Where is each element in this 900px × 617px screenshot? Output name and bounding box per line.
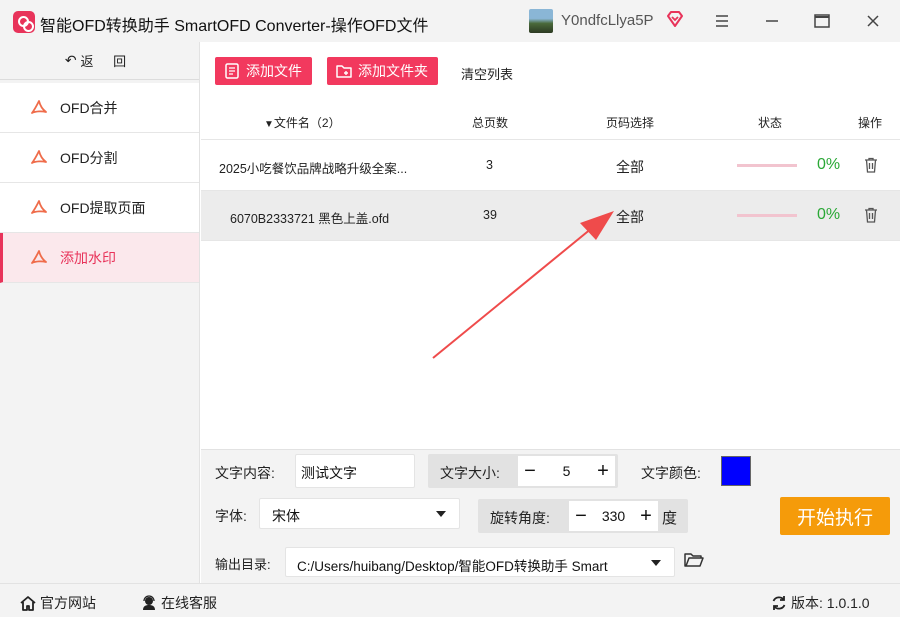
sidebar-item-ofd-extract[interactable]: OFD提取页面 — [0, 183, 199, 233]
pdf-icon — [31, 99, 47, 114]
chevron-down-icon — [651, 560, 661, 566]
sidebar-item-label: 添加水印 — [60, 249, 116, 266]
back-button[interactable]: ↶ 返 回 — [0, 42, 199, 80]
close-icon[interactable] — [860, 8, 886, 34]
sidebar-item-label: OFD合并 — [60, 99, 118, 116]
sidebar-item-label: OFD分割 — [60, 149, 118, 166]
official-website-link[interactable]: 官方网站 — [20, 593, 96, 613]
pdf-icon — [31, 199, 47, 214]
decrement-button[interactable]: − — [518, 461, 542, 481]
progress-percent: 0% — [817, 156, 841, 173]
table-header: ▼文件名（2） 总页数 页码选择 状态 操作 — [201, 102, 900, 140]
title-bar: 智能OFD转换助手 SmartOFD Converter-操作OFD文件 Y0n… — [0, 0, 900, 42]
column-header-action: 操作 — [858, 116, 883, 130]
progress-percent: 0% — [817, 206, 841, 223]
progress-bar — [737, 214, 797, 217]
table-row[interactable]: 2025小吃餐饮品牌战略升级全案... 3 全部 0% — [201, 141, 900, 191]
back-label: 返 回 — [80, 54, 135, 69]
progress-bar — [737, 164, 797, 167]
pdf-icon — [31, 149, 47, 164]
decrement-button[interactable]: − — [569, 506, 593, 526]
font-select[interactable]: 宋体 — [259, 498, 460, 529]
trash-icon[interactable] — [864, 207, 878, 223]
maximize-icon[interactable] — [809, 8, 835, 34]
version-info[interactable]: 版本: 1.0.1.0 — [771, 593, 870, 613]
vip-diamond-icon[interactable] — [666, 10, 684, 28]
support-label: 在线客服 — [161, 595, 217, 611]
chevron-down-icon — [436, 511, 446, 517]
font-size-group: 文字大小: − 5 + — [428, 454, 618, 488]
back-arrow-icon: ↶ — [64, 52, 77, 68]
avatar[interactable] — [529, 9, 553, 33]
output-dir-label: 输出目录: — [215, 557, 271, 572]
website-label: 官方网站 — [40, 595, 96, 611]
column-header-range: 页码选择 — [606, 116, 655, 130]
pdf-icon — [31, 249, 47, 264]
app-logo-icon — [13, 11, 35, 33]
page-range-select[interactable]: 全部 — [616, 157, 644, 177]
text-content-label: 文字内容: — [215, 465, 275, 481]
open-folder-icon[interactable] — [684, 552, 704, 568]
page-range-select[interactable]: 全部 — [616, 207, 644, 227]
trash-icon[interactable] — [864, 157, 878, 173]
font-size-label: 文字大小: — [440, 465, 500, 481]
rotation-value: 330 — [601, 508, 626, 524]
window-title: 智能OFD转换助手 SmartOFD Converter-操作OFD文件 — [40, 18, 429, 35]
font-color-label: 文字颜色: — [641, 465, 701, 481]
rotation-label: 旋转角度: — [490, 510, 550, 526]
add-folder-label: 添加文件夹 — [358, 63, 428, 79]
column-header-name[interactable]: ▼文件名（2） — [264, 114, 341, 131]
version-label: 版本: 1.0.1.0 — [791, 595, 870, 611]
minimize-icon[interactable] — [759, 8, 785, 34]
sidebar-item-ofd-split[interactable]: OFD分割 — [0, 133, 199, 183]
home-icon — [20, 595, 36, 611]
text-content-input[interactable]: 测试文字 — [295, 454, 415, 488]
sidebar-item-add-watermark[interactable]: 添加水印 — [0, 233, 199, 283]
page-count: 39 — [483, 208, 497, 222]
menu-icon[interactable] — [709, 8, 735, 34]
refresh-icon — [772, 596, 786, 610]
username[interactable]: Y0ndfcLlya5P — [561, 12, 654, 29]
add-file-icon — [225, 63, 239, 79]
font-size-value: 5 — [562, 463, 571, 479]
output-dir-value: C:/Users/huibang/Desktop/智能OFD转换助手 Smart — [297, 559, 608, 574]
font-value: 宋体 — [272, 508, 300, 524]
support-agent-icon — [143, 595, 155, 610]
page-count: 3 — [486, 158, 493, 172]
status-bar: 官方网站 在线客服 版本: 1.0.1.0 — [0, 583, 900, 617]
start-button[interactable]: 开始执行 — [780, 497, 890, 535]
sort-caret-icon: ▼ — [264, 119, 274, 130]
sidebar-item-ofd-merge[interactable]: OFD合并 — [0, 83, 199, 133]
increment-button[interactable]: + — [634, 506, 658, 526]
add-file-button[interactable]: 添加文件 — [215, 57, 312, 85]
text-content-value: 测试文字 — [301, 465, 357, 481]
output-dir-select[interactable]: C:/Users/huibang/Desktop/智能OFD转换助手 Smart — [285, 547, 675, 577]
rotation-stepper[interactable]: − 330 + — [569, 501, 658, 531]
add-folder-icon — [336, 65, 352, 78]
file-name: 6070B2333721 黑色上盖.ofd — [230, 212, 390, 226]
increment-button[interactable]: + — [591, 461, 615, 481]
column-header-status: 状态 — [758, 116, 783, 130]
rotation-group: 旋转角度: − 330 + 度 — [478, 499, 688, 533]
rotation-unit: 度 — [662, 510, 678, 527]
column-header-pages: 总页数 — [472, 116, 509, 130]
font-size-stepper[interactable]: − 5 + — [518, 456, 615, 486]
file-name: 2025小吃餐饮品牌战略升级全案... — [219, 162, 408, 176]
font-color-swatch[interactable] — [721, 456, 751, 486]
online-support-link[interactable]: 在线客服 — [141, 593, 217, 613]
add-folder-button[interactable]: 添加文件夹 — [327, 57, 438, 85]
clear-list-button[interactable]: 清空列表 — [461, 64, 513, 83]
sidebar-item-label: OFD提取页面 — [60, 199, 146, 216]
add-file-label: 添加文件 — [246, 63, 302, 79]
font-label: 字体: — [215, 508, 247, 524]
table-row[interactable]: 6070B2333721 黑色上盖.ofd 39 全部 0% — [201, 191, 900, 241]
sidebar: ↶ 返 回 OFD合并 OFD分割 OFD提取页面 添加水印 — [0, 42, 200, 583]
